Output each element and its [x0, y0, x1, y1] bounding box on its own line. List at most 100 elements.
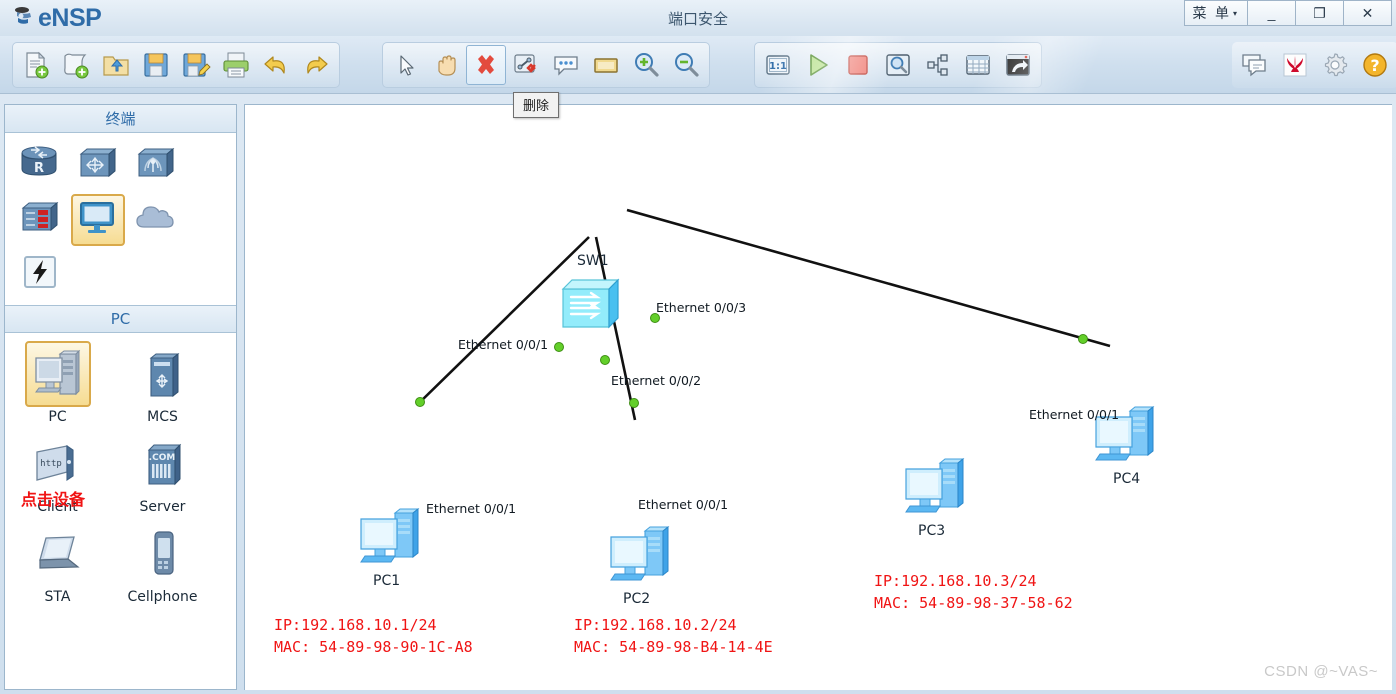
- palette-label-cellphone: Cellphone: [127, 589, 198, 605]
- port-label-pc2-e1: Ethernet 0/0/1: [638, 497, 729, 512]
- delete-link-button[interactable]: [506, 45, 546, 85]
- window-controls: 菜 单 ▾ _ ❐ ✕: [1183, 0, 1392, 26]
- delete-button[interactable]: [466, 45, 506, 85]
- select-tool-button[interactable]: [386, 45, 426, 85]
- minimize-button[interactable]: _: [1248, 0, 1296, 26]
- close-icon: ✕: [1361, 4, 1374, 21]
- com-server-icon: .COM: [130, 431, 196, 497]
- router-icon: R: [17, 144, 63, 189]
- palette-item-mcs[interactable]: MCS: [110, 341, 215, 425]
- toolbar-help-group: ?: [1232, 42, 1396, 88]
- device-palette-sidebar: 终端 R PC PC MCS http Client .COM Server S…: [4, 104, 237, 690]
- add-shape-button[interactable]: [586, 45, 626, 85]
- print-button[interactable]: [216, 45, 256, 85]
- zoom-reset-button[interactable]: 1:1: [758, 45, 798, 85]
- topology-canvas[interactable]: SW1 PC1 PC2 PC3 PC4 Ethernet 0/0/1 Ether…: [244, 104, 1392, 690]
- topology-tree-button[interactable]: [918, 45, 958, 85]
- palette-item-sta[interactable]: STA: [5, 521, 110, 605]
- pc-palette-grid: PC MCS http Client .COM Server STA Cellp…: [5, 333, 236, 611]
- annotation-pc1-mac: MAC: 54-89-98-90-1C-A8: [274, 637, 473, 656]
- annotation-pc2-mac: MAC: 54-89-98-B4-14-4E: [574, 637, 773, 656]
- forum-button[interactable]: [1235, 45, 1275, 85]
- chevron-down-icon: ▾: [1232, 8, 1239, 18]
- annotation-pc3-mac: MAC: 54-89-98-37-58-62: [874, 593, 1073, 612]
- device-type-endpoint[interactable]: [71, 194, 125, 246]
- pc-section-header: PC: [5, 305, 236, 333]
- open-folder-button[interactable]: [96, 45, 136, 85]
- add-note-button[interactable]: [546, 45, 586, 85]
- palette-label-pc: PC: [48, 409, 67, 425]
- device-type-firewall[interactable]: [13, 194, 67, 246]
- maximize-icon: ❐: [1313, 4, 1326, 21]
- svg-text:1:1: 1:1: [769, 61, 787, 72]
- port-label-sw1-e2: Ethernet 0/0/2: [611, 373, 702, 388]
- svg-text:R: R: [34, 161, 44, 176]
- svg-text:.COM: .COM: [148, 453, 175, 463]
- terminal-section-header: 终端: [5, 105, 236, 133]
- device-type-router[interactable]: R: [13, 140, 67, 192]
- monitor-icon: [78, 199, 118, 242]
- start-all-button[interactable]: [798, 45, 838, 85]
- annotation-pc3: IP:192.168.10.3/24 MAC: 54-89-98-37-58-6…: [874, 571, 1073, 615]
- annotation-pc1: IP:192.168.10.1/24 MAC: 54-89-98-90-1C-A…: [274, 615, 473, 659]
- annotation-pc2-ip: IP:192.168.10.2/24: [574, 616, 737, 634]
- device-type-wlan[interactable]: [129, 140, 183, 192]
- node-label-pc4: PC4: [1113, 471, 1141, 487]
- toolbar-file-group: [12, 42, 340, 88]
- device-type-cloud[interactable]: [129, 194, 183, 246]
- annotation-pc3-ip: IP:192.168.10.3/24: [874, 572, 1037, 590]
- port-label-sw1-e1: Ethernet 0/0/1: [458, 337, 549, 352]
- svg-text:http: http: [40, 459, 62, 469]
- grid-button[interactable]: [958, 45, 998, 85]
- port-label-sw1-e3: Ethernet 0/0/3: [656, 300, 747, 315]
- node-label-pc3: PC3: [918, 523, 946, 539]
- settings-button[interactable]: [1315, 45, 1355, 85]
- wireless-ap-icon: [133, 144, 179, 189]
- palette-label-server: Server: [139, 499, 186, 515]
- palette-item-server[interactable]: .COM Server: [110, 431, 215, 515]
- lightning-icon: [21, 253, 59, 296]
- delete-tooltip: 删除: [513, 92, 560, 118]
- close-button[interactable]: ✕: [1344, 0, 1392, 26]
- cloud-icon: [134, 201, 178, 240]
- save-as-button[interactable]: [176, 45, 216, 85]
- palette-label-mcs: MCS: [147, 409, 178, 425]
- redo-button[interactable]: [296, 45, 336, 85]
- console-button[interactable]: [998, 45, 1038, 85]
- device-type-switch[interactable]: [71, 140, 125, 192]
- firewall-icon: [17, 198, 63, 243]
- main-toolbar: 1:1 ?: [0, 36, 1396, 94]
- node-label-sw1: SW1: [577, 253, 609, 269]
- palette-label-sta: STA: [44, 589, 71, 605]
- undo-button[interactable]: [256, 45, 296, 85]
- pc-tower-icon: [24, 341, 91, 407]
- click-device-hint: 点击设备: [21, 490, 86, 509]
- zoom-in-button[interactable]: [626, 45, 666, 85]
- new-device-button[interactable]: [56, 45, 96, 85]
- device-type-grid: R: [5, 133, 236, 305]
- menu-button[interactable]: 菜 单 ▾: [1183, 0, 1248, 26]
- stop-all-button[interactable]: [838, 45, 878, 85]
- cellphone-icon: [130, 521, 196, 587]
- watermark: CSDN @~VAS~: [1264, 663, 1378, 680]
- switch-icon: [75, 144, 121, 189]
- new-topology-button[interactable]: [16, 45, 56, 85]
- menu-button-label: 菜 单: [1192, 6, 1231, 22]
- capture-button[interactable]: [878, 45, 918, 85]
- zoom-out-button[interactable]: [666, 45, 706, 85]
- palette-item-pc[interactable]: PC: [5, 341, 110, 425]
- pan-tool-button[interactable]: [426, 45, 466, 85]
- port-label-pc1-e1: Ethernet 0/0/1: [426, 501, 517, 516]
- node-label-pc1: PC1: [373, 573, 401, 589]
- help-button[interactable]: ?: [1355, 45, 1395, 85]
- maximize-button[interactable]: ❐: [1296, 0, 1344, 26]
- port-label-pc4-e1: Ethernet 0/0/1: [1029, 407, 1120, 422]
- device-type-connection[interactable]: [13, 248, 67, 300]
- annotation-pc2: IP:192.168.10.2/24 MAC: 54-89-98-B4-14-4…: [574, 615, 773, 659]
- toolbar-run-group: 1:1: [754, 42, 1042, 88]
- palette-item-cellphone[interactable]: Cellphone: [110, 521, 215, 605]
- annotation-pc1-ip: IP:192.168.10.1/24: [274, 616, 437, 634]
- save-button[interactable]: [136, 45, 176, 85]
- ensp-application-window: eNSP 端口安全 菜 单 ▾ _ ❐ ✕ 1:1 ? 删除 终端 R PC P…: [0, 0, 1396, 694]
- huawei-button[interactable]: [1275, 45, 1315, 85]
